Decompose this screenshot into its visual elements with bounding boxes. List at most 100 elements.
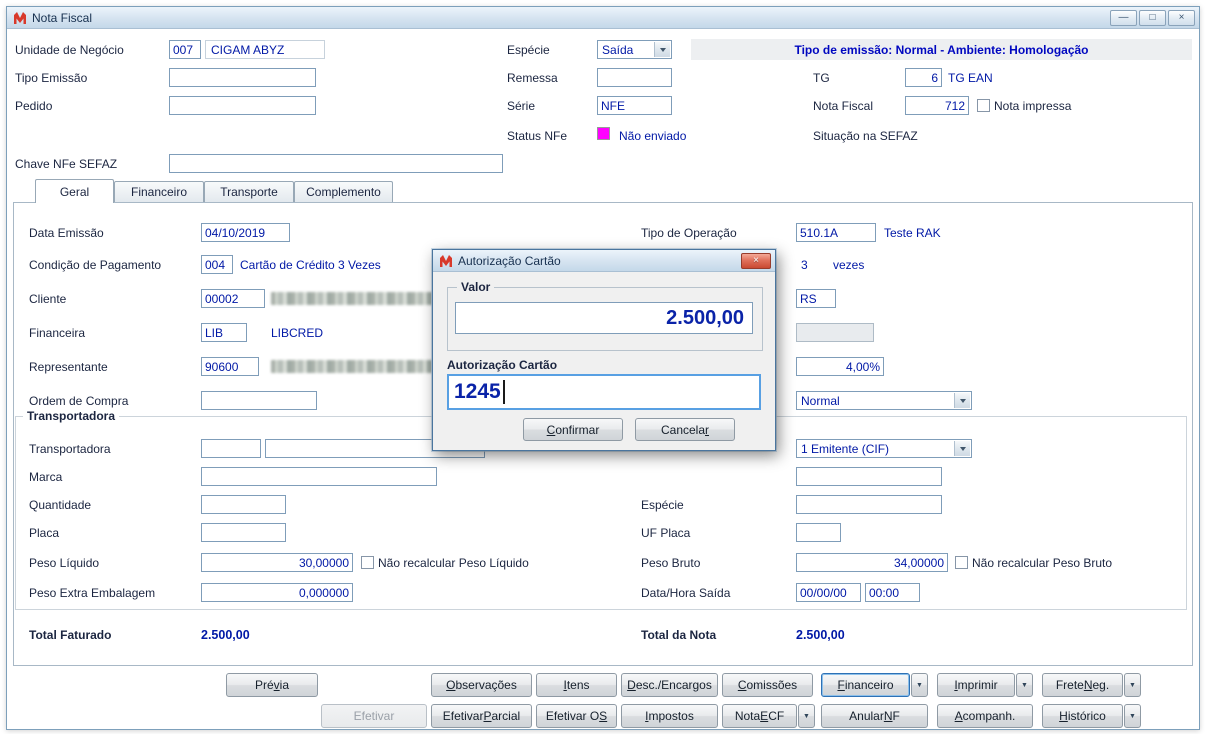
uf-placa-field[interactable] [796,523,841,542]
hora-saida-field[interactable] [865,583,920,602]
unidade-negocio-name: CIGAM ABYZ [205,40,325,59]
total-faturado-label: Total Faturado [29,628,111,642]
data-saida-field[interactable] [796,583,861,602]
dialog-titlebar[interactable]: Autorização Cartão × [433,250,775,272]
status-nfe-value: Não enviado [619,129,686,143]
nota-fiscal-label: Nota Fiscal [813,99,873,113]
uf-field[interactable] [796,289,836,308]
maximize-icon[interactable]: □ [1139,10,1166,26]
total-da-nota-value: 2.500,00 [796,628,845,642]
window-titlebar[interactable]: Nota Fiscal — □ × [7,7,1199,29]
frete-neg-dropdown-icon[interactable]: ▼ [1124,673,1141,697]
pedido-field[interactable] [169,96,316,115]
especie-volume-field[interactable] [796,495,942,514]
uf-placa-label: UF Placa [641,526,690,540]
cliente-name-redacted [271,292,451,305]
transportadora-label: Transportadora [29,442,111,456]
marca-field[interactable] [201,467,437,486]
tipo-operacao-label: Tipo de Operação [641,226,737,240]
peso-liquido-field[interactable] [201,553,353,572]
especie-combobox[interactable]: Saída [597,40,672,59]
emission-info-banner: Tipo de emissão: Normal - Ambiente: Homo… [691,39,1192,60]
chevron-down-icon[interactable] [654,42,670,57]
chevron-down-icon[interactable] [954,393,970,408]
peso-liquido-label: Peso Líquido [29,556,99,570]
cancelar-button[interactable]: Cancelar [635,418,735,441]
efetivar-os-button[interactable]: Efetivar OS [536,704,617,728]
tipo-operacao-code-field[interactable] [796,223,876,242]
tg-code-field[interactable] [905,68,942,87]
dialog-close-icon[interactable]: × [741,253,771,269]
unidade-negocio-label: Unidade de Negócio [15,43,124,57]
financeiro-button[interactable]: Financeiro [821,673,910,697]
placa-field[interactable] [201,523,286,542]
tab-geral[interactable]: Geral [35,179,114,203]
impostos-button[interactable]: Impostos [621,704,718,728]
tipo-emissao-field[interactable] [169,68,316,87]
cliente-code-field[interactable] [201,289,265,308]
serie-field[interactable] [597,96,672,115]
nao-recalcular-peso-bruto-checkbox[interactable] [955,556,968,569]
especie-value: Saída [602,43,633,57]
nota-ecf-dropdown-icon[interactable]: ▼ [798,704,815,728]
nota-impressa-checkbox[interactable] [977,99,990,112]
tab-complemento[interactable]: Complemento [294,181,393,202]
historico-dropdown-icon[interactable]: ▼ [1124,704,1141,728]
peso-bruto-label: Peso Bruto [641,556,700,570]
representante-code-field[interactable] [201,357,259,376]
condicao-pagamento-code-field[interactable] [201,255,233,274]
condicao-pagamento-label: Condição de Pagamento [29,258,161,272]
nao-recalcular-peso-bruto-label[interactable]: Não recalcular Peso Bruto [972,556,1112,570]
quantidade-field[interactable] [201,495,286,514]
tab-financeiro[interactable]: Financeiro [114,181,204,202]
autorizacao-cartao-input[interactable]: 1245 [447,374,761,410]
data-emissao-field[interactable] [201,223,290,242]
status-nfe-color-swatch [597,127,610,140]
close-icon[interactable]: × [1168,10,1195,26]
serie-label: Série [507,99,535,113]
chevron-down-icon[interactable] [954,441,970,456]
financeiro-dropdown-icon[interactable]: ▼ [911,673,928,697]
tipo-nota-combobox[interactable]: Normal [796,391,972,410]
historico-button[interactable]: Histórico [1042,704,1123,728]
marca-row-right-field[interactable] [796,467,942,486]
imprimir-button[interactable]: Imprimir [937,673,1015,697]
desc-encargos-button[interactable]: Desc./Encargos [621,673,718,697]
remessa-field[interactable] [597,68,672,87]
tg-name: TG EAN [948,71,993,85]
window-controls: — □ × [1110,10,1195,26]
minimize-icon[interactable]: — [1110,10,1137,26]
financeira-code-field[interactable] [201,323,247,342]
itens-button[interactable]: Itens [536,673,617,697]
observacoes-button[interactable]: Observações [431,673,532,697]
frete-neg-button[interactable]: Frete Neg. [1042,673,1123,697]
peso-extra-field[interactable] [201,583,353,602]
ordem-compra-field[interactable] [201,391,317,410]
nota-impressa-checkbox-label[interactable]: Nota impressa [994,99,1071,113]
efetivar-parcial-button[interactable]: Efetivar Parcial [431,704,532,728]
comissao-percent-field[interactable] [796,357,884,376]
comissoes-button[interactable]: Comissões [722,673,813,697]
frete-value: 1 Emitente (CIF) [801,442,889,456]
previa-button[interactable]: Prévia [226,673,318,697]
tab-transporte[interactable]: Transporte [204,181,294,202]
valor-display[interactable]: 2.500,00 [455,302,753,334]
unidade-negocio-code-field[interactable] [169,40,201,59]
placa-label: Placa [29,526,59,540]
acompanh-button[interactable]: Acompanh. [937,704,1033,728]
anular-nf-button[interactable]: Anular NF [821,704,928,728]
nota-fiscal-number-field[interactable] [905,96,969,115]
imprimir-dropdown-icon[interactable]: ▼ [1016,673,1033,697]
peso-bruto-field[interactable] [796,553,948,572]
quantidade-label: Quantidade [29,498,91,512]
frete-combobox[interactable]: 1 Emitente (CIF) [796,439,972,458]
transportadora-group-label: Transportadora [23,409,119,423]
transportadora-code-field[interactable] [201,439,261,458]
data-hora-saida-label: Data/Hora Saída [641,586,730,600]
confirmar-button[interactable]: Confirmar [523,418,623,441]
nao-recalcular-peso-liquido-checkbox[interactable] [361,556,374,569]
especie-label: Espécie [507,43,550,57]
chave-nfe-field[interactable] [169,154,503,173]
nota-ecf-button[interactable]: Nota ECF [722,704,797,728]
nao-recalcular-peso-liquido-label[interactable]: Não recalcular Peso Líquido [378,556,529,570]
